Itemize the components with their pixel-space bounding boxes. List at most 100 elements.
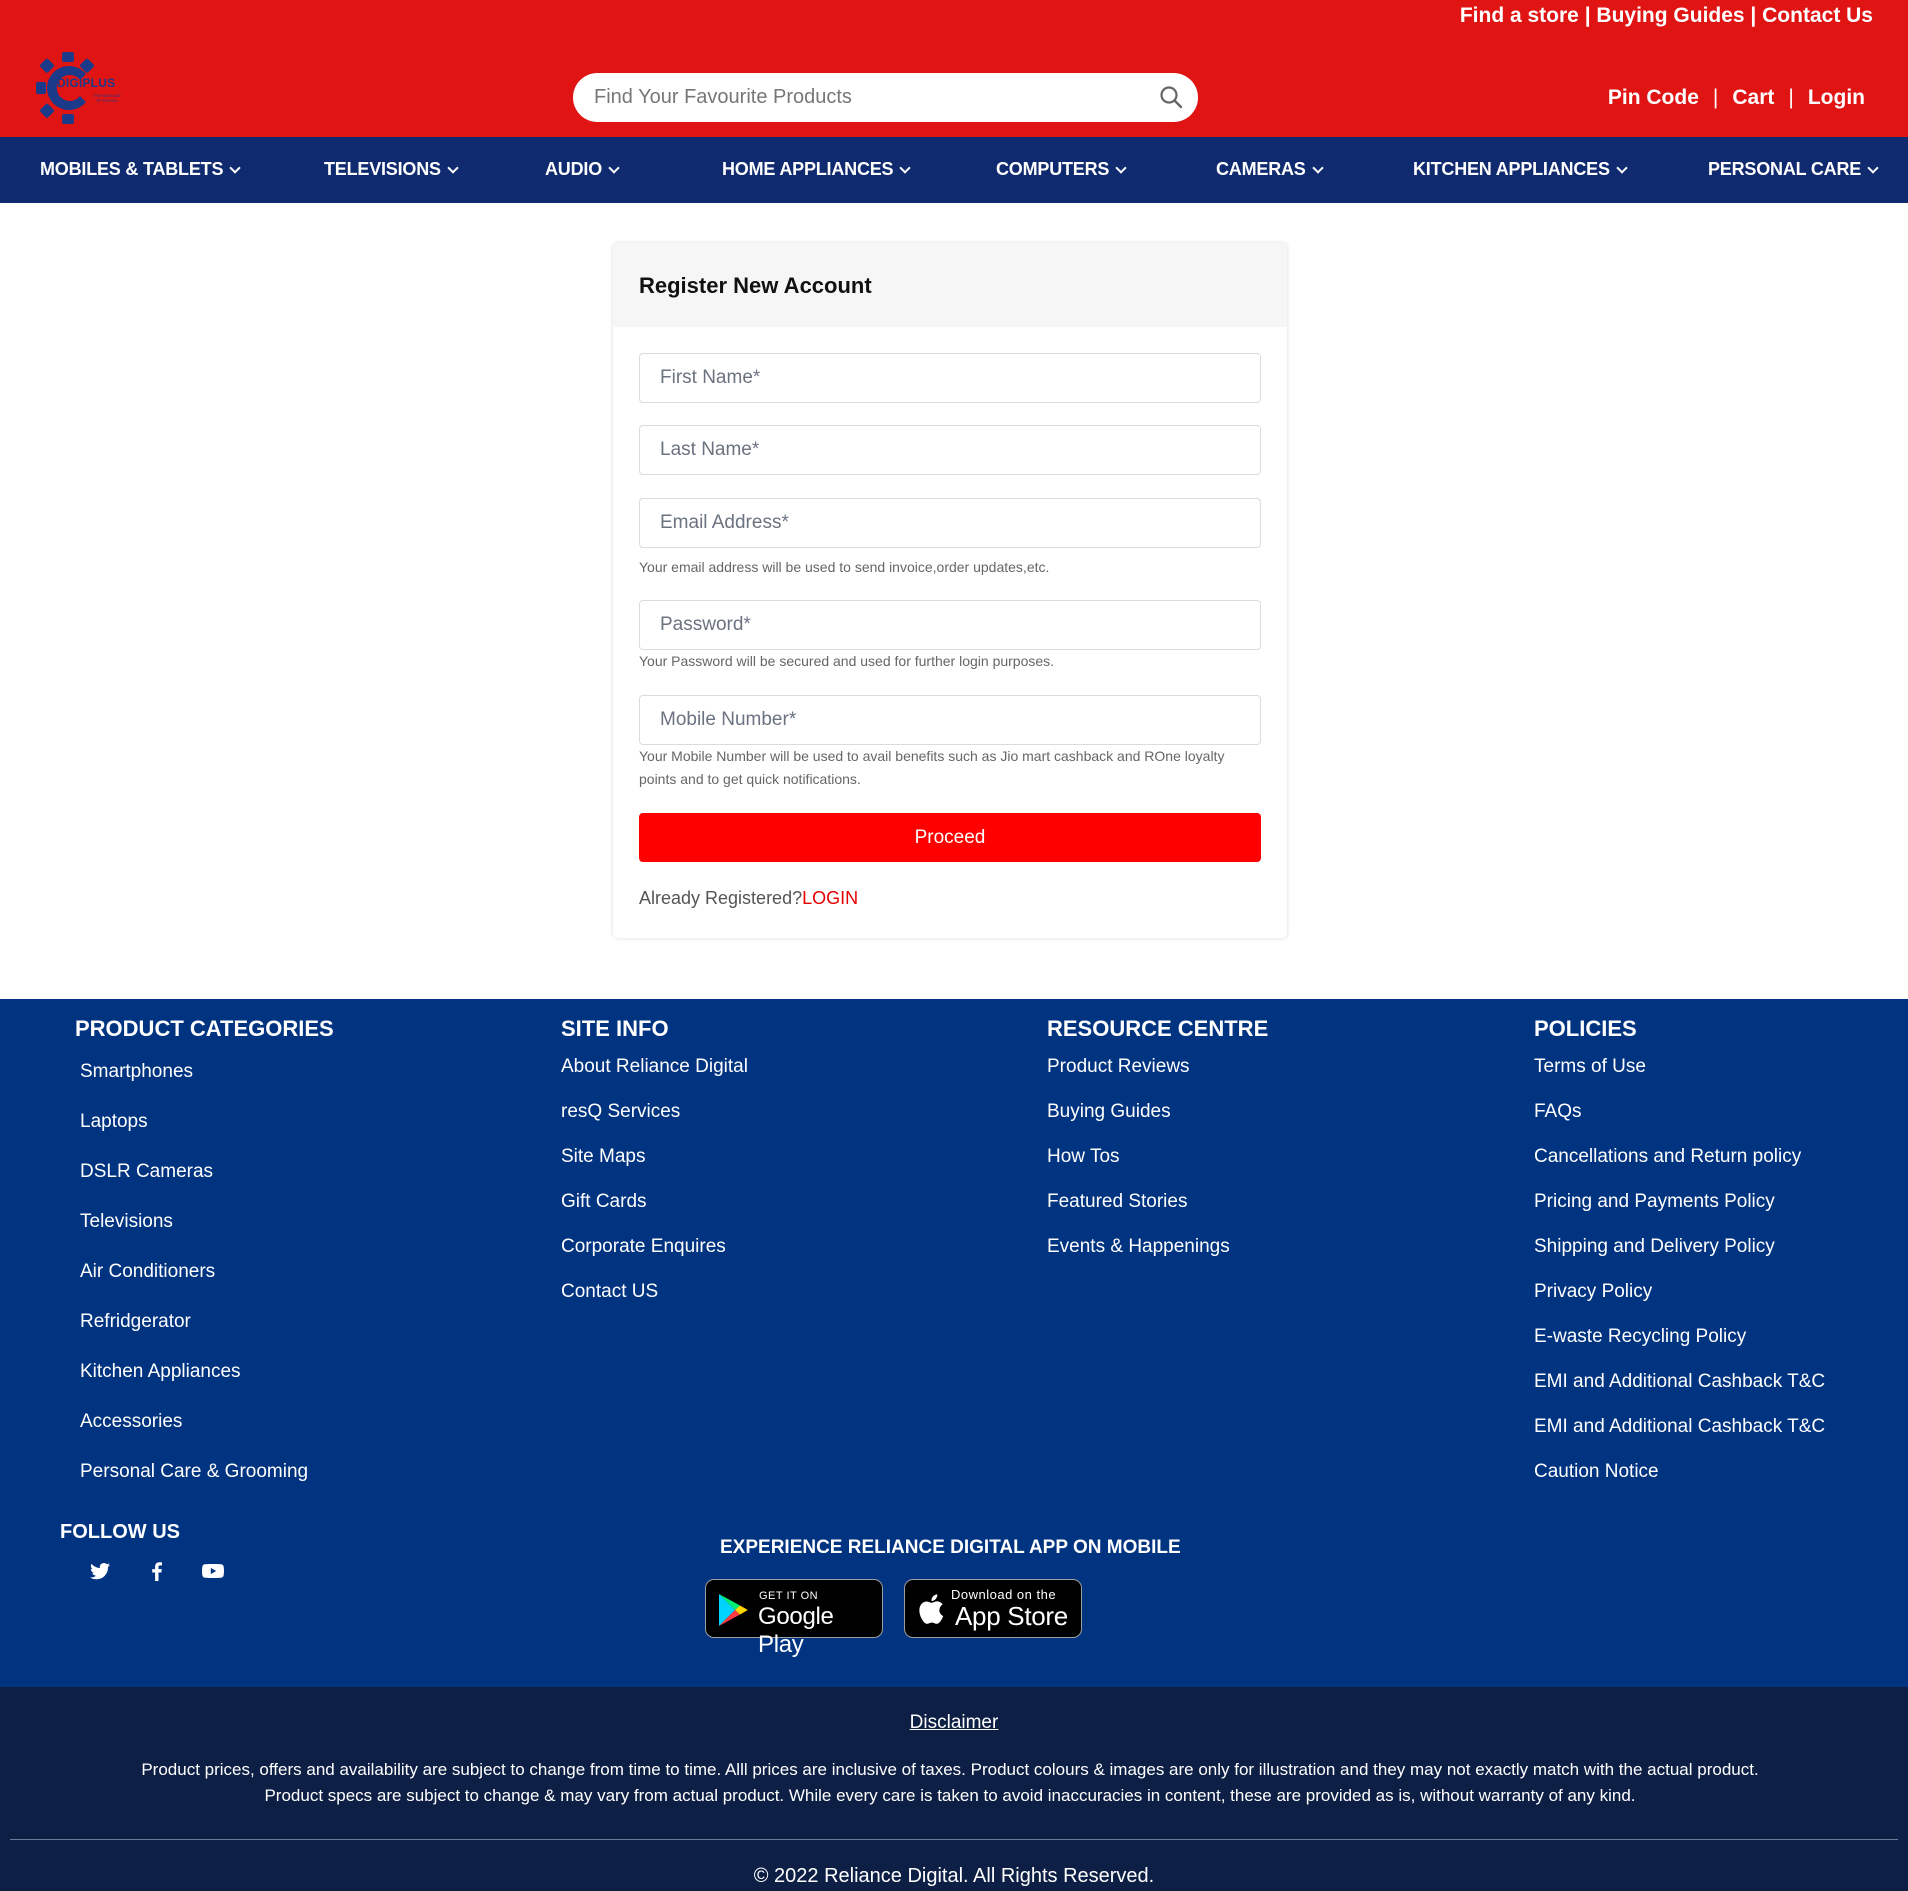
google-play-icon bbox=[719, 1594, 748, 1626]
app-store-button[interactable]: Download on the App Store bbox=[904, 1579, 1082, 1638]
top-links: Find a store | Buying Guides | Contact U… bbox=[1459, 4, 1873, 27]
nav-label: MOBILES & TABLETS bbox=[40, 159, 224, 179]
last-name-input[interactable] bbox=[640, 426, 1260, 474]
footer-link[interactable]: Accessories bbox=[80, 1411, 334, 1461]
app-store-big-text: App Store bbox=[955, 1601, 1068, 1631]
footer-link[interactable]: Refridgerator bbox=[80, 1311, 334, 1361]
nav-label: HOME APPLIANCES bbox=[722, 159, 894, 179]
footer-link[interactable]: FAQs bbox=[1534, 1101, 1825, 1146]
footer-link[interactable]: Air Conditioners bbox=[80, 1261, 334, 1311]
footer-link[interactable]: Televisions bbox=[80, 1211, 334, 1261]
mobile-field[interactable] bbox=[639, 695, 1261, 745]
footer-link[interactable]: EMI and Additional Cashback T&C bbox=[1534, 1371, 1825, 1416]
disclaimer-title: Disclaimer bbox=[0, 1712, 1908, 1734]
digiplus-logo[interactable]: DIGIPLUS THE NEW AGE OF DIGITAL bbox=[36, 52, 136, 124]
login-link[interactable]: Login bbox=[1808, 86, 1865, 109]
google-play-small-text: GET IT ON bbox=[759, 1590, 819, 1602]
first-name-field[interactable] bbox=[639, 353, 1261, 403]
nav-mobiles-tablets[interactable]: MOBILES & TABLETS bbox=[40, 159, 241, 180]
chevron-down-icon bbox=[229, 162, 241, 174]
footer-link[interactable]: Cancellations and Return policy bbox=[1534, 1146, 1825, 1191]
nav-home-appliances[interactable]: HOME APPLIANCES bbox=[722, 159, 912, 180]
footer-link[interactable]: Product Reviews bbox=[1047, 1056, 1268, 1101]
nav-televisions[interactable]: TELEVISIONS bbox=[324, 159, 459, 180]
email-hint: Your email address will be used to send … bbox=[639, 559, 1050, 575]
twitter-icon[interactable] bbox=[88, 1559, 112, 1583]
footer-link[interactable]: Shipping and Delivery Policy bbox=[1534, 1236, 1825, 1281]
footer-link[interactable]: Caution Notice bbox=[1534, 1461, 1825, 1506]
footer-link[interactable]: Personal Care & Grooming bbox=[80, 1461, 334, 1511]
mobile-input[interactable] bbox=[640, 696, 1260, 744]
nav-cameras[interactable]: CAMERAS bbox=[1216, 159, 1324, 180]
nav-audio[interactable]: AUDIO bbox=[545, 159, 620, 180]
footer-site-info: SITE INFO About Reliance Digital resQ Se… bbox=[561, 1016, 748, 1326]
footer-link[interactable]: Corporate Enquires bbox=[561, 1236, 748, 1281]
nav-kitchen-appliances[interactable]: KITCHEN APPLIANCES bbox=[1413, 159, 1628, 180]
disclaimer-link[interactable]: Disclaimer bbox=[910, 1712, 999, 1733]
footer-link[interactable]: DSLR Cameras bbox=[80, 1161, 334, 1211]
footer-link[interactable]: Pricing and Payments Policy bbox=[1534, 1191, 1825, 1236]
nav-label: AUDIO bbox=[545, 159, 602, 179]
buying-guides-link[interactable]: Buying Guides bbox=[1596, 4, 1744, 27]
login-link-register[interactable]: LOGIN bbox=[802, 888, 858, 908]
already-registered: Already Registered?LOGIN bbox=[639, 888, 858, 909]
user-links: Pin Code | Cart | Login bbox=[1608, 86, 1865, 110]
footer-link[interactable]: E-waste Recycling Policy bbox=[1534, 1326, 1825, 1371]
facebook-icon[interactable] bbox=[145, 1559, 169, 1583]
footer-link[interactable]: Privacy Policy bbox=[1534, 1281, 1825, 1326]
footer-link[interactable]: Smartphones bbox=[80, 1061, 334, 1111]
last-name-field[interactable] bbox=[639, 425, 1261, 475]
chevron-down-icon bbox=[608, 162, 620, 174]
footer-product-categories: PRODUCT CATEGORIES Smartphones Laptops D… bbox=[75, 1016, 334, 1511]
footer-link[interactable]: Contact US bbox=[561, 1281, 748, 1326]
separator: | bbox=[1712, 86, 1719, 109]
disclaimer-text: Product prices, offers and availability … bbox=[141, 1760, 1759, 1805]
bottom-bar: Disclaimer Product prices, offers and av… bbox=[0, 1687, 1908, 1891]
cart-link[interactable]: Cart bbox=[1732, 86, 1774, 109]
youtube-icon[interactable] bbox=[201, 1559, 225, 1583]
proceed-button[interactable]: Proceed bbox=[639, 813, 1261, 862]
footer-link[interactable]: Gift Cards bbox=[561, 1191, 748, 1236]
pin-code-link[interactable]: Pin Code bbox=[1608, 86, 1699, 109]
footer-column-title: SITE INFO bbox=[561, 1016, 669, 1041]
footer-link[interactable]: Kitchen Appliances bbox=[80, 1361, 334, 1411]
separator: | bbox=[1788, 86, 1794, 109]
footer-link[interactable]: Site Maps bbox=[561, 1146, 748, 1191]
chevron-down-icon bbox=[1616, 162, 1628, 174]
footer-link[interactable]: EMI and Additional Cashback T&C bbox=[1534, 1416, 1825, 1461]
search-bar[interactable]: Find Your Favourite Products bbox=[573, 73, 1198, 122]
chevron-down-icon bbox=[447, 162, 459, 174]
search-icon[interactable] bbox=[1158, 84, 1184, 110]
nav-label: PERSONAL CARE bbox=[1708, 159, 1862, 179]
logo-tagline: THE NEW AGE OF DIGITAL bbox=[93, 93, 121, 103]
logo-text: DIGIPLUS bbox=[57, 76, 116, 90]
contact-us-link[interactable]: Contact Us bbox=[1762, 4, 1873, 27]
google-play-button[interactable]: GET IT ON Google Play bbox=[705, 1579, 883, 1658]
footer-link[interactable]: Buying Guides bbox=[1047, 1101, 1268, 1146]
footer-link[interactable]: Laptops bbox=[80, 1111, 334, 1161]
footer-link[interactable]: Events & Happenings bbox=[1047, 1236, 1268, 1281]
search-input[interactable]: Find Your Favourite Products bbox=[594, 86, 852, 109]
card-header: Register New Account bbox=[613, 243, 1287, 327]
category-nav: MOBILES & TABLETS TELEVISIONS AUDIO HOME… bbox=[0, 137, 1908, 203]
apple-icon bbox=[919, 1594, 944, 1624]
footer-link[interactable]: Featured Stories bbox=[1047, 1191, 1268, 1236]
chevron-down-icon bbox=[899, 162, 912, 174]
footer-link[interactable]: Terms of Use bbox=[1534, 1056, 1825, 1101]
mobile-hint: Your Mobile Number will be used to avail… bbox=[639, 748, 1225, 787]
site-footer: PRODUCT CATEGORIES Smartphones Laptops D… bbox=[0, 999, 1908, 1687]
first-name-input[interactable] bbox=[640, 354, 1260, 402]
register-card: Register New Account Your email address … bbox=[613, 243, 1287, 938]
nav-personal-care[interactable]: PERSONAL CARE bbox=[1708, 159, 1879, 180]
footer-link[interactable]: How Tos bbox=[1047, 1146, 1268, 1191]
find-store-link[interactable]: Find a store bbox=[1460, 4, 1579, 27]
footer-link[interactable]: resQ Services bbox=[561, 1101, 748, 1146]
footer-link[interactable]: About Reliance Digital bbox=[561, 1056, 748, 1101]
email-input[interactable] bbox=[640, 499, 1260, 547]
email-field[interactable] bbox=[639, 498, 1261, 548]
chevron-down-icon bbox=[1115, 162, 1127, 174]
password-field[interactable] bbox=[639, 600, 1261, 650]
copyright-text: © 2022 Reliance Digital. All Rights Rese… bbox=[753, 1865, 1155, 1887]
password-input[interactable] bbox=[640, 601, 1260, 649]
nav-computers[interactable]: COMPUTERS bbox=[996, 159, 1127, 180]
